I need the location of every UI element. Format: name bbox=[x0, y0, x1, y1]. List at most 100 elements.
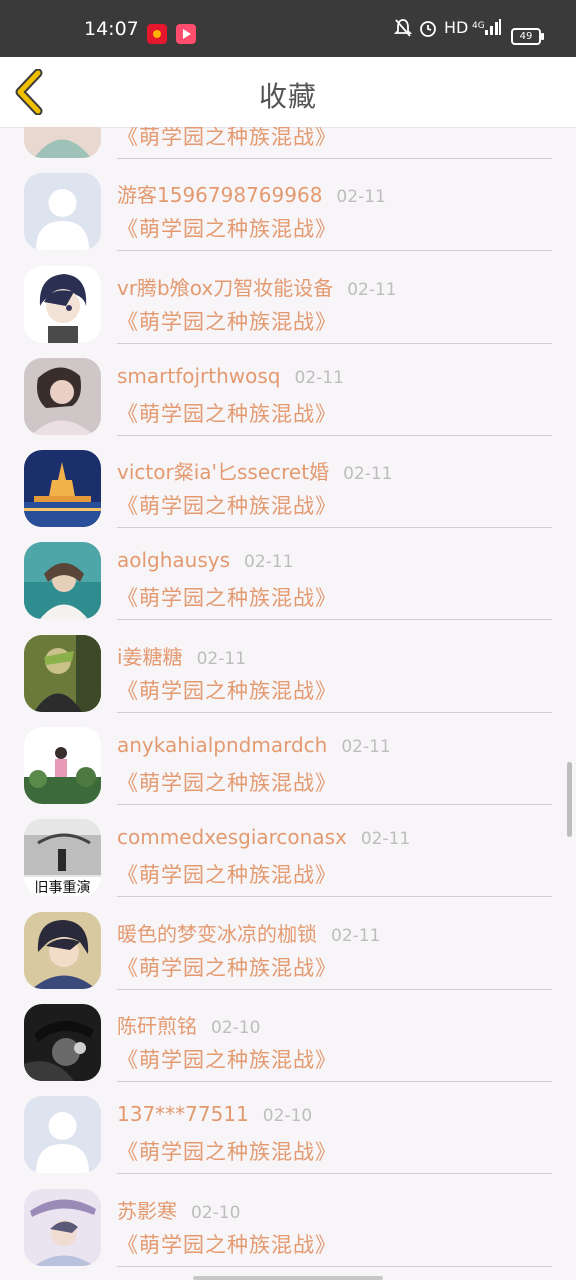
username: i姜糖糖 02-11 bbox=[117, 641, 246, 670]
favorite-title[interactable]: 《萌学园之种族混战》 bbox=[117, 306, 337, 336]
username-text: vr腾b飧ox刀智妆能设备 bbox=[117, 275, 334, 300]
home-indicator[interactable] bbox=[193, 1276, 383, 1280]
item-date: 02-11 bbox=[343, 464, 393, 485]
divider bbox=[117, 711, 552, 713]
list-item[interactable]: 游客1596798769968 02-11 《萌学园之种族混战》 bbox=[0, 165, 576, 257]
divider bbox=[117, 342, 552, 344]
item-date: 02-11 bbox=[331, 925, 381, 946]
list-item[interactable]: victor粲ia'匕ssecret婚 02-11 《萌学园之种族混战》 bbox=[0, 442, 576, 534]
list-item[interactable]: vr腾b飧ox刀智妆能设备 02-11 《萌学园之种族混战》 bbox=[0, 258, 576, 350]
list-item[interactable]: 陈矸煎铭 02-10 《萌学园之种族混战》 bbox=[0, 996, 576, 1088]
username-text: commedxesgiarconasx bbox=[117, 825, 347, 850]
favorite-title[interactable]: 《萌学园之种族混战》 bbox=[117, 127, 337, 151]
divider bbox=[117, 158, 552, 159]
video-app-icon bbox=[176, 24, 196, 44]
username-text: aolghausys bbox=[117, 548, 231, 573]
username: anykahialpndmardch 02-11 bbox=[117, 733, 391, 757]
divider bbox=[117, 250, 552, 252]
favorite-title[interactable]: 《萌学园之种族混战》 bbox=[117, 490, 337, 520]
username-text: 陈矸煎铭 bbox=[117, 1013, 197, 1038]
username: 137***77511 02-10 bbox=[117, 1102, 312, 1126]
avatar[interactable] bbox=[24, 265, 101, 343]
battery-icon: 49 bbox=[511, 28, 541, 45]
avatar[interactable] bbox=[24, 357, 101, 435]
list-item[interactable]: 《萌学园之种族混战》 bbox=[0, 127, 576, 165]
username: victor粲ia'匕ssecret婚 02-11 bbox=[117, 456, 392, 485]
list-item[interactable]: i姜糖糖 02-11 《萌学园之种族混战》 bbox=[0, 627, 576, 719]
item-date: 02-11 bbox=[347, 279, 397, 300]
avatar[interactable] bbox=[24, 173, 101, 251]
list-item[interactable]: 暖色的梦变冰凉的枷锁 02-11 《萌学园之种族混战》 bbox=[0, 904, 576, 996]
avatar[interactable] bbox=[24, 1003, 101, 1081]
divider bbox=[117, 619, 552, 621]
username: 苏影寒 02-10 bbox=[117, 1195, 240, 1224]
signal-type: 4G bbox=[472, 21, 485, 31]
avatar[interactable] bbox=[24, 1188, 101, 1266]
username-text: 暖色的梦变冰凉的枷锁 bbox=[117, 921, 317, 946]
divider bbox=[117, 1173, 552, 1175]
username: 暖色的梦变冰凉的枷锁 02-11 bbox=[117, 918, 380, 947]
item-date: 02-11 bbox=[294, 367, 344, 388]
weibo-icon bbox=[147, 24, 167, 44]
username: smartfojrthwosq 02-11 bbox=[117, 364, 344, 388]
item-date: 02-11 bbox=[196, 648, 246, 669]
favorite-title[interactable]: 《萌学园之种族混战》 bbox=[117, 675, 337, 705]
username: commedxesgiarconasx 02-11 bbox=[117, 825, 410, 849]
mute-bell-icon bbox=[393, 18, 413, 43]
divider bbox=[117, 527, 552, 529]
favorite-title[interactable]: 《萌学园之种族混战》 bbox=[117, 398, 337, 428]
favorite-title[interactable]: 《萌学园之种族混战》 bbox=[117, 767, 337, 797]
navigation-bar: 收藏 bbox=[0, 57, 576, 128]
username-text: smartfojrthwosq bbox=[117, 363, 281, 388]
alarm-icon bbox=[419, 18, 437, 43]
page-title: 收藏 bbox=[258, 80, 317, 113]
item-date: 02-11 bbox=[336, 187, 386, 208]
username-text: 游客1596798769968 bbox=[117, 183, 323, 208]
avatar[interactable] bbox=[24, 1096, 101, 1174]
status-bar: 14:07 HD 4G 49 bbox=[0, 0, 576, 57]
avatar[interactable] bbox=[24, 127, 101, 158]
divider bbox=[117, 896, 552, 898]
list-item[interactable]: aolghausys 02-11 《萌学园之种族混战》 bbox=[0, 534, 576, 626]
favorite-title[interactable]: 《萌学园之种族混战》 bbox=[117, 213, 337, 243]
username-text: anykahialpndmardch bbox=[117, 733, 328, 758]
username-text: victor粲ia'匕ssecret婚 bbox=[117, 460, 330, 485]
divider bbox=[117, 804, 552, 806]
username-text: 137***77511 bbox=[117, 1102, 249, 1127]
network-label: HD bbox=[444, 18, 469, 37]
signal-icon bbox=[484, 18, 502, 41]
list-item[interactable]: smartfojrthwosq 02-11 《萌学园之种族混战》 bbox=[0, 350, 576, 442]
divider bbox=[117, 988, 552, 990]
avatar[interactable] bbox=[24, 911, 101, 989]
favorite-title[interactable]: 《萌学园之种族混战》 bbox=[117, 952, 337, 982]
favorite-title[interactable]: 《萌学园之种族混战》 bbox=[117, 582, 337, 612]
favorite-title[interactable]: 《萌学园之种族混战》 bbox=[117, 1229, 337, 1259]
item-date: 02-11 bbox=[360, 829, 411, 850]
item-date: 02-10 bbox=[191, 1202, 241, 1223]
avatar[interactable] bbox=[24, 542, 101, 620]
item-date: 02-11 bbox=[244, 552, 294, 573]
battery-tip bbox=[541, 33, 544, 40]
favorite-title[interactable]: 《萌学园之种族混战》 bbox=[117, 1136, 337, 1166]
avatar-overlay-text: 旧事重演 bbox=[35, 880, 91, 896]
list-item[interactable]: 苏影寒 02-10 《萌学园之种族混战》 bbox=[0, 1181, 576, 1273]
username: vr腾b飧ox刀智妆能设备 02-11 bbox=[117, 272, 397, 301]
avatar[interactable] bbox=[24, 450, 101, 528]
list-item[interactable]: anykahialpndmardch 02-11 《萌学园之种族混战》 bbox=[0, 719, 576, 811]
avatar[interactable] bbox=[24, 634, 101, 712]
divider bbox=[117, 434, 552, 436]
item-date: 02-10 bbox=[262, 1106, 313, 1127]
username-text: 苏影寒 bbox=[117, 1198, 177, 1223]
favorites-list[interactable]: 《萌学园之种族混战》 游客1596798769968 02-11 《萌学园之种族混… bbox=[0, 127, 576, 1280]
favorite-title[interactable]: 《萌学园之种族混战》 bbox=[117, 1044, 337, 1074]
favorite-title[interactable]: 《萌学园之种族混战》 bbox=[117, 859, 337, 889]
list-item[interactable]: 旧事重演 commedxesgiarconasx 02-11 《萌学园之种族混战》 bbox=[0, 811, 576, 903]
avatar[interactable]: 旧事重演 bbox=[24, 819, 101, 897]
scrollbar[interactable] bbox=[567, 762, 572, 837]
username-text: i姜糖糖 bbox=[117, 644, 183, 669]
avatar[interactable] bbox=[24, 727, 101, 805]
username: 陈矸煎铭 02-10 bbox=[117, 1010, 260, 1039]
divider bbox=[117, 1265, 552, 1267]
item-date: 02-10 bbox=[211, 1017, 261, 1038]
list-item[interactable]: 137***77511 02-10 《萌学园之种族混战》 bbox=[0, 1088, 576, 1180]
